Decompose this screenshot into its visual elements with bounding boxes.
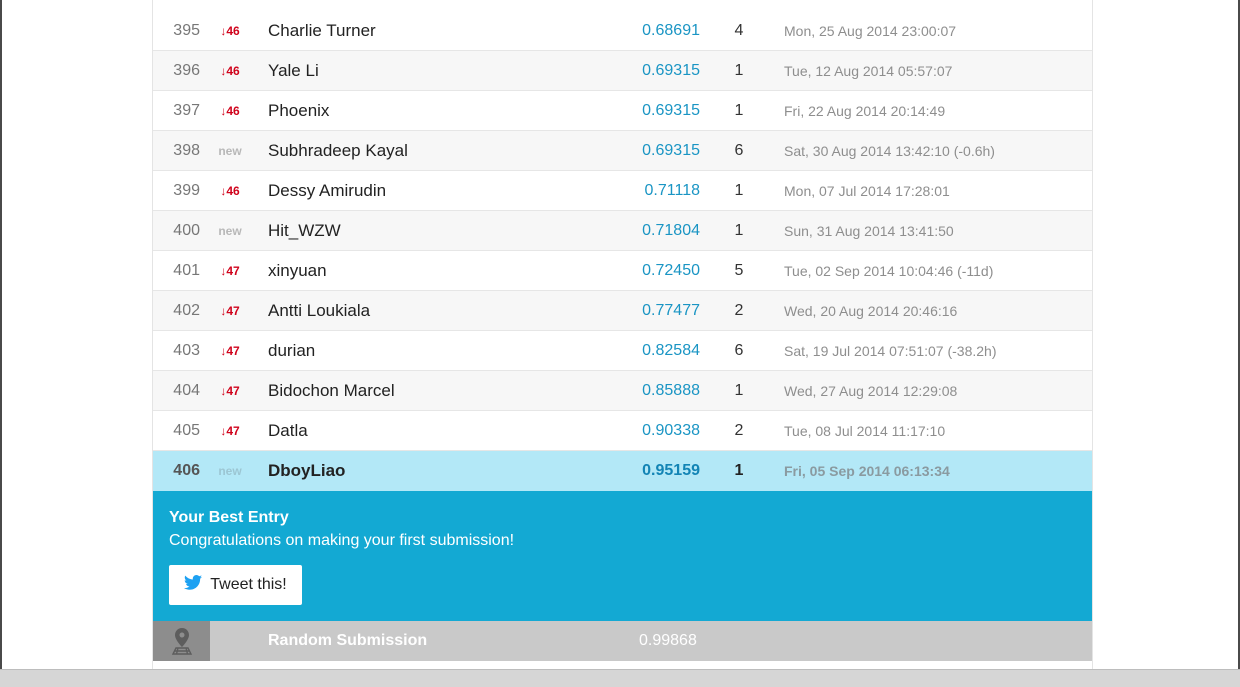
rank-change-badge: ↓46 bbox=[220, 64, 240, 78]
rank-number: 396 bbox=[173, 62, 200, 79]
last-submission-time: Sun, 31 Aug 2014 13:41:50 bbox=[784, 223, 954, 239]
map-pin-icon bbox=[153, 621, 210, 661]
entries-count: 1 bbox=[734, 182, 744, 199]
benchmark-name: Random Submission bbox=[268, 632, 428, 649]
entries-count: 2 bbox=[734, 422, 744, 439]
entries-count: 1 bbox=[734, 462, 744, 479]
last-submission-time: Wed, 20 Aug 2014 20:46:16 bbox=[784, 303, 958, 319]
leaderboard-row: 400 new Hit_WZW 0.71804 1 Sun, 31 Aug 2014 13… bbox=[153, 211, 1092, 251]
rank-number: 405 bbox=[173, 422, 200, 439]
rank-number: 404 bbox=[173, 382, 200, 399]
rank-number: 406 bbox=[173, 462, 200, 479]
entries-count: 1 bbox=[734, 222, 744, 239]
rank-number: 395 bbox=[173, 22, 200, 39]
entries-count: 1 bbox=[734, 382, 744, 399]
benchmark-score: 0.99868 bbox=[639, 632, 697, 649]
rank-number: 403 bbox=[173, 342, 200, 359]
score-value: 0.77477 bbox=[642, 302, 700, 319]
last-submission-time: Sat, 19 Jul 2014 07:51:07 (-38.2h) bbox=[784, 343, 997, 359]
last-submission-time: Mon, 07 Jul 2014 17:28:01 bbox=[784, 183, 950, 199]
team-name[interactable]: Antti Loukiala bbox=[268, 291, 370, 331]
team-name[interactable]: Charlie Turner bbox=[268, 11, 376, 51]
best-entry-panel: Your Best Entry Congratulations on makin… bbox=[153, 491, 1092, 621]
rank-change-badge: new bbox=[218, 464, 242, 478]
rank-change-badge: ↓47 bbox=[220, 424, 240, 438]
leaderboard-row: 396 ↓46 Yale Li 0.69315 1 Tue, 12 Aug 2014 05… bbox=[153, 51, 1092, 91]
score-value: 0.72450 bbox=[642, 262, 700, 279]
rank-number: 397 bbox=[173, 102, 200, 119]
rank-change-badge: new bbox=[218, 144, 242, 158]
rank-change-badge: ↓46 bbox=[220, 184, 240, 198]
entries-count: 2 bbox=[734, 302, 744, 319]
leaderboard-row: 395 ↓46 Charlie Turner 0.68691 4 Mon, 25 Aug … bbox=[153, 11, 1092, 51]
last-submission-time: Wed, 27 Aug 2014 12:29:08 bbox=[784, 383, 958, 399]
benchmark-row: Random Submission 0.99868 bbox=[153, 621, 1092, 661]
leaderboard-row: 403 ↓47 durian 0.82584 6 Sat, 19 Jul 2014 07:… bbox=[153, 331, 1092, 371]
team-name[interactable]: Yale Li bbox=[268, 51, 319, 91]
rank-change-badge: ↓47 bbox=[220, 384, 240, 398]
score-value: 0.71804 bbox=[642, 222, 700, 239]
leaderboard-row: 405 ↓47 Datla 0.90338 2 Tue, 08 Jul 2014 11:1… bbox=[153, 411, 1092, 451]
leaderboard-row: 404 ↓47 Bidochon Marcel 0.85888 1 Wed, 27 Aug… bbox=[153, 371, 1092, 411]
best-entry-message: Congratulations on making your first sub… bbox=[169, 532, 515, 549]
rank-number: 402 bbox=[173, 302, 200, 319]
score-value: 0.69315 bbox=[642, 142, 700, 159]
last-submission-time: Tue, 08 Jul 2014 11:17:10 bbox=[784, 423, 946, 439]
last-submission-time: Sat, 30 Aug 2014 13:42:10 (-0.6h) bbox=[784, 143, 995, 159]
window-bottom-edge bbox=[0, 669, 1240, 687]
last-submission-time: Mon, 25 Aug 2014 23:00:07 bbox=[784, 23, 957, 39]
team-name[interactable]: DboyLiao bbox=[268, 451, 345, 491]
rank-number: 400 bbox=[173, 222, 200, 239]
rank-number: 401 bbox=[173, 262, 200, 279]
rank-change-badge: ↓47 bbox=[220, 344, 240, 358]
score-value: 0.82584 bbox=[642, 342, 700, 359]
leaderboard-row: 402 ↓47 Antti Loukiala 0.77477 2 Wed, 20 Aug … bbox=[153, 291, 1092, 331]
twitter-bird-icon bbox=[184, 575, 203, 595]
score-value: 0.90338 bbox=[642, 422, 700, 439]
score-value: 0.69315 bbox=[642, 62, 700, 79]
leaderboard-row-current-user: 406 new DboyLiao 0.95159 1 Fri, 05 Sep 2014 0… bbox=[153, 451, 1092, 491]
rank-change-badge: ↓47 bbox=[220, 264, 240, 278]
entries-count: 4 bbox=[734, 22, 744, 39]
leaderboard-row: 397 ↓46 Phoenix 0.69315 1 Fri, 22 Aug 2014 20… bbox=[153, 91, 1092, 131]
tweet-button[interactable]: Tweet this! bbox=[169, 565, 302, 605]
rank-change-badge: ↓46 bbox=[220, 104, 240, 118]
entries-count: 6 bbox=[734, 342, 744, 359]
last-submission-time: Tue, 02 Sep 2014 10:04:46 (-11d) bbox=[784, 263, 994, 279]
last-submission-time: Fri, 05 Sep 2014 06:13:34 bbox=[784, 463, 950, 479]
team-name[interactable]: Bidochon Marcel bbox=[268, 371, 395, 411]
team-name[interactable]: durian bbox=[268, 331, 315, 371]
best-entry-title: Your Best Entry bbox=[169, 509, 289, 526]
last-submission-time: Tue, 12 Aug 2014 05:57:07 bbox=[784, 63, 953, 79]
rank-number: 399 bbox=[173, 182, 200, 199]
rank-change-badge: ↓47 bbox=[220, 304, 240, 318]
leaderboard-row: 398 new Subhradeep Kayal 0.69315 6 Sat, 30 Au… bbox=[153, 131, 1092, 171]
score-value: 0.95159 bbox=[642, 462, 700, 479]
team-name[interactable]: Dessy Amirudin bbox=[268, 171, 386, 211]
team-name[interactable]: xinyuan bbox=[268, 251, 327, 291]
team-name[interactable]: Hit_WZW bbox=[268, 211, 341, 251]
leaderboard-row: 401 ↓47 xinyuan 0.72450 5 Tue, 02 Sep 2014 10… bbox=[153, 251, 1092, 291]
team-name[interactable]: Phoenix bbox=[268, 91, 329, 131]
leaderboard-row: 399 ↓46 Dessy Amirudin 0.71118 1 Mon, 07 Jul … bbox=[153, 171, 1092, 211]
entries-count: 6 bbox=[734, 142, 744, 159]
rank-change-badge: ↓46 bbox=[220, 24, 240, 38]
entries-count: 1 bbox=[734, 102, 744, 119]
score-value: 0.69315 bbox=[642, 102, 700, 119]
team-name[interactable]: Subhradeep Kayal bbox=[268, 131, 408, 171]
rank-number: 398 bbox=[173, 142, 200, 159]
entries-count: 5 bbox=[734, 262, 744, 279]
score-value: 0.68691 bbox=[642, 22, 700, 39]
score-value: 0.85888 bbox=[642, 382, 700, 399]
rank-change-badge: new bbox=[218, 224, 242, 238]
score-value: 0.71118 bbox=[644, 182, 700, 199]
tweet-button-label: Tweet this! bbox=[210, 576, 287, 593]
last-submission-time: Fri, 22 Aug 2014 20:14:49 bbox=[784, 103, 946, 119]
window-edge-left bbox=[0, 0, 2, 686]
team-name[interactable]: Datla bbox=[268, 411, 308, 451]
leaderboard: 395 ↓46 Charlie Turner 0.68691 4 Mon, 25 Aug … bbox=[152, 0, 1093, 669]
entries-count: 1 bbox=[734, 62, 744, 79]
